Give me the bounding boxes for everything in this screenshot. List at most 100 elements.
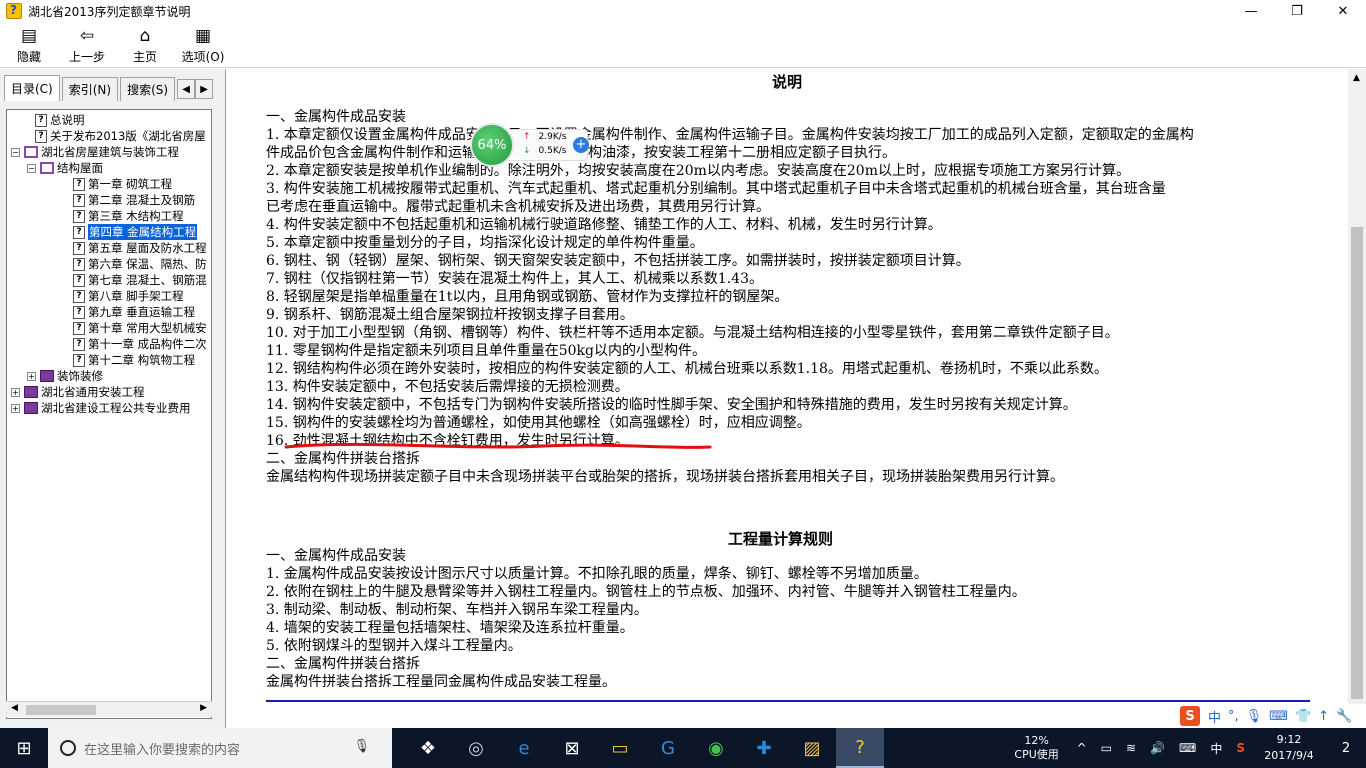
tree-item[interactable]: + 装饰装修 (27, 368, 103, 384)
taskbar: ⊞ 在这里输入你要搜索的内容 🎙 ❖ ◎ e ⊠ ▭ G ◉ ✚ ▨? 12% CPU使用 ^ … (0, 728, 1366, 768)
ime-voice-icon[interactable]: 🎙 (1246, 709, 1263, 724)
content-scroll-thumb[interactable] (1351, 227, 1363, 699)
help-topic-icon: ? (73, 337, 85, 351)
taskbar-app-green-icon[interactable]: ◉ (692, 728, 740, 768)
taskbar-file-explorer-icon[interactable]: ▭ (596, 728, 644, 768)
boost-plus-icon[interactable]: + (573, 137, 589, 153)
cpu-usage[interactable]: 12% CPU使用 (1004, 734, 1070, 762)
help-topic-icon: ? (73, 321, 85, 335)
tab-scroll-right-icon[interactable]: ▶ (195, 79, 214, 99)
memory-percent-badge[interactable]: 64% (470, 123, 514, 167)
wifi-icon[interactable]: ≋ (1126, 741, 1136, 755)
tree-item[interactable]: ? 关于发布2013版《湖北省房屋 (35, 128, 206, 144)
options-button[interactable]: ▦ 选项(O) (174, 22, 232, 68)
tree-item[interactable]: − 湖北省房屋建筑与装饰工程 (11, 144, 179, 160)
tab-search[interactable]: 搜索(S) (120, 77, 176, 101)
ime-punctuation-icon[interactable]: °, (1228, 709, 1239, 724)
taskbar-app-notes-icon[interactable]: ▨ (788, 728, 836, 768)
tree-item-label: 第八章 脚手架工程 (88, 289, 184, 303)
ime-keyboard-icon[interactable]: ⌨ (1269, 709, 1288, 724)
sogou-tray-icon[interactable]: S (1236, 741, 1245, 755)
taskbar-task-view-icon[interactable]: ❖ (404, 728, 452, 768)
open-book-icon (24, 146, 38, 158)
expand-icon[interactable]: + (11, 387, 20, 397)
tree-item[interactable]: ? 总说明 (35, 112, 85, 128)
scroll-thumb[interactable] (26, 705, 96, 715)
tree-item[interactable]: + 湖北省通用安装工程 (11, 384, 145, 400)
scroll-left-icon[interactable]: ◀ (11, 703, 18, 713)
tree-item[interactable]: ? 第八章 脚手架工程 (73, 288, 184, 304)
scroll-right-icon[interactable]: ▶ (200, 703, 207, 713)
help-topic-icon: ? (73, 241, 85, 255)
back-label: 上一步 (68, 49, 105, 64)
tree-horizontal-scrollbar[interactable]: ◀ ▶ (6, 701, 212, 717)
options-icon: ▦ (194, 25, 212, 46)
window-title: 湖北省2013序列定额章节说明 (28, 4, 191, 19)
microphone-icon[interactable]: 🎙 (353, 739, 370, 754)
tree-item[interactable]: + 湖北省建设工程公共专业费用 (11, 400, 191, 416)
system-tray: 12% CPU使用 ^ ▭ ≋ 🔊 ⌨ 中 S 9:12 2017/9/4 2 (1004, 728, 1366, 768)
tree-item[interactable]: ? 第五章 屋面及防水工程 (73, 240, 207, 256)
tree-item[interactable]: ? 第二章 混凝土及钢筋 (73, 192, 195, 208)
battery-icon[interactable]: ▭ (1101, 741, 1112, 755)
home-icon: ⌂ (139, 25, 151, 46)
help-topic-icon: ? (73, 209, 85, 223)
tree-item[interactable]: ? 第九章 垂直运输工程 (73, 304, 195, 320)
tab-scroll-left-icon[interactable]: ◀ (177, 79, 196, 99)
expand-icon[interactable]: + (27, 371, 36, 381)
tree-item[interactable]: ? 第十一章 成品构件二次 (73, 336, 207, 352)
tree-item[interactable]: ? 第一章 砌筑工程 (73, 176, 172, 192)
start-button[interactable]: ⊞ (0, 728, 48, 768)
tree-item[interactable]: ? 第十二章 构筑物工程 (73, 352, 195, 368)
home-button[interactable]: ⌂ 主页 (116, 22, 174, 68)
back-button[interactable]: ⇦ 上一步 (58, 22, 116, 68)
show-hidden-icons-icon[interactable]: ^ (1077, 741, 1087, 755)
tree-item[interactable]: ? 第六章 保温、隔热、防 (73, 256, 207, 272)
touch-keyboard-icon[interactable]: ⌨ (1179, 741, 1196, 755)
taskbar-store-icon[interactable]: ⊠ (548, 728, 596, 768)
help-topic-icon: ? (73, 225, 85, 239)
collapse-icon[interactable]: − (27, 163, 36, 173)
tab-index[interactable]: 索引(N) (61, 77, 119, 101)
closed-book-icon (40, 370, 54, 382)
taskbar-edge-icon[interactable]: e (500, 728, 548, 768)
tree-item-label: 第三章 木结构工程 (88, 209, 184, 223)
ime-skin-icon[interactable]: 👕 (1295, 709, 1311, 724)
taskbar-search-box[interactable]: 在这里输入你要搜索的内容 🎙 (48, 728, 392, 768)
ime-upload-icon[interactable]: ↑ (1318, 709, 1329, 724)
taskbar-app-swirl-icon[interactable]: ◎ (452, 728, 500, 768)
tree-item[interactable]: − 结构屋面 (27, 160, 103, 176)
download-arrow-icon: ↓ (523, 146, 531, 156)
expand-icon[interactable]: + (11, 403, 20, 413)
notification-center-icon[interactable]: 2 (1326, 741, 1366, 756)
rule-line: 1. 金属构件成品安装按设计图示尺寸以质量计算。不扣除孔眼的质量，焊条、铆钉、螺… (266, 566, 928, 582)
help-topic-icon: ? (35, 113, 47, 127)
taskbar-app-g-icon[interactable]: G (644, 728, 692, 768)
tree-item[interactable]: ? 第三章 木结构工程 (73, 208, 184, 224)
clock[interactable]: 9:12 2017/9/4 (1252, 732, 1326, 764)
collapse-icon[interactable]: − (11, 147, 20, 157)
taskbar-help-app-icon[interactable]: ? (836, 728, 884, 768)
tree-item[interactable]: ? 第七章 混凝土、钢筋混 (73, 272, 207, 288)
volume-icon[interactable]: 🔊 (1150, 741, 1165, 755)
taskbar-app-blue-plus-icon[interactable]: ✚ (740, 728, 788, 768)
text-line: 11. 零星钢构件是指定额未列项目且单件重量在50kg以内的小型构件。 (266, 343, 706, 359)
scroll-up-icon[interactable]: ▲ (1353, 73, 1360, 83)
clock-date: 2017/9/4 (1264, 749, 1314, 762)
tree-item[interactable]: ? 第四章 金属结构工程 (73, 224, 198, 240)
sogou-logo-icon[interactable]: S (1180, 706, 1200, 726)
ime-lang-chinese[interactable]: 中 (1208, 707, 1221, 726)
tree-item[interactable]: ? 第十章 常用大型机械安 (73, 320, 207, 336)
input-language[interactable]: 中 (1210, 740, 1222, 757)
text-line: 12. 钢结构构件必须在跨外安装时，按相应的构件安装定额的人工、机械台班乘以系数… (266, 361, 1108, 377)
maximize-button[interactable]: ❐ (1274, 0, 1320, 22)
content-vertical-scrollbar[interactable]: ▲ (1348, 69, 1366, 728)
network-speed-widget[interactable]: ↑ 2.9K/s ↓ 0.5K/s + 64% (466, 121, 590, 169)
text-line: 4. 构件安装定额中不包括起重机和运输机械行驶道路修整、铺垫工作的人工、材料、机… (266, 217, 942, 233)
minimize-button[interactable]: — (1228, 0, 1274, 22)
close-button[interactable]: ✕ (1320, 0, 1366, 22)
ime-settings-icon[interactable]: 🔧 (1336, 709, 1352, 724)
hide-button[interactable]: ▤ 隐藏 (0, 22, 58, 68)
navigation-pane: 目录(C) 索引(N) 搜索(S) ◀ ▶ ? 总说明? 关于发布2013版《湖北省… (0, 69, 226, 728)
tab-contents[interactable]: 目录(C) (4, 75, 60, 101)
